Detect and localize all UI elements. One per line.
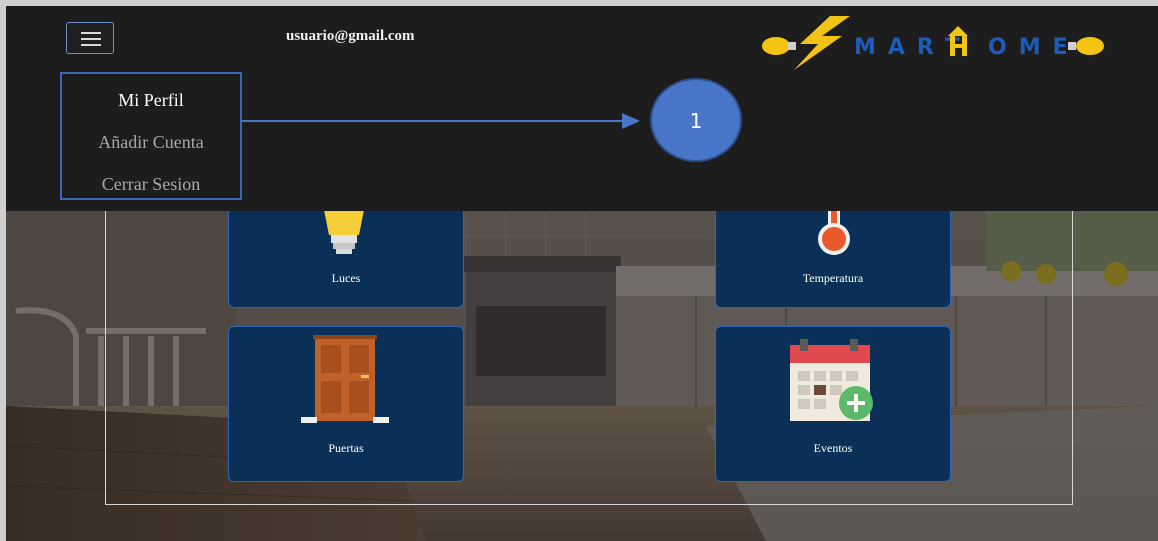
- lightbulb-icon: [324, 207, 364, 254]
- user-dropdown-menu: Mi Perfil Añadir Cuenta Cerrar Sesion: [60, 72, 242, 200]
- menu-icon-line: [81, 32, 101, 34]
- menu-item-cerrar-sesion[interactable]: Cerrar Sesion: [62, 174, 240, 195]
- top-navbar: usuario@gmail.com MART OME Mi Perfil Aña…: [6, 6, 1158, 211]
- card-label-temperatura: Temperatura: [802, 271, 864, 285]
- card-label-luces: Luces: [331, 271, 361, 285]
- user-email: usuario@gmail.com: [286, 28, 415, 44]
- calendar-add-icon: [790, 339, 873, 421]
- app-window: Luces Temperatura Puertas Eventos usuari…: [6, 6, 1158, 541]
- door-icon: [301, 335, 389, 423]
- card-label-eventos: Eventos: [813, 441, 853, 455]
- menu-icon-line: [81, 44, 101, 46]
- card-label-puertas: Puertas: [328, 441, 364, 455]
- smarthome-logo[interactable]: MART OME: [758, 14, 1108, 72]
- logo-text-ome: OME: [988, 35, 1080, 60]
- menu-item-mi-perfil[interactable]: Mi Perfil: [62, 90, 240, 111]
- hamburger-menu-button[interactable]: [66, 22, 114, 54]
- card-puertas[interactable]: Puertas: [228, 326, 464, 482]
- menu-item-anadir-cuenta[interactable]: Añadir Cuenta: [62, 132, 240, 153]
- annotation-arrow: [242, 113, 640, 129]
- card-eventos[interactable]: Eventos: [715, 326, 951, 482]
- menu-icon-line: [81, 38, 101, 40]
- annotation-callout-number: 1: [650, 78, 742, 162]
